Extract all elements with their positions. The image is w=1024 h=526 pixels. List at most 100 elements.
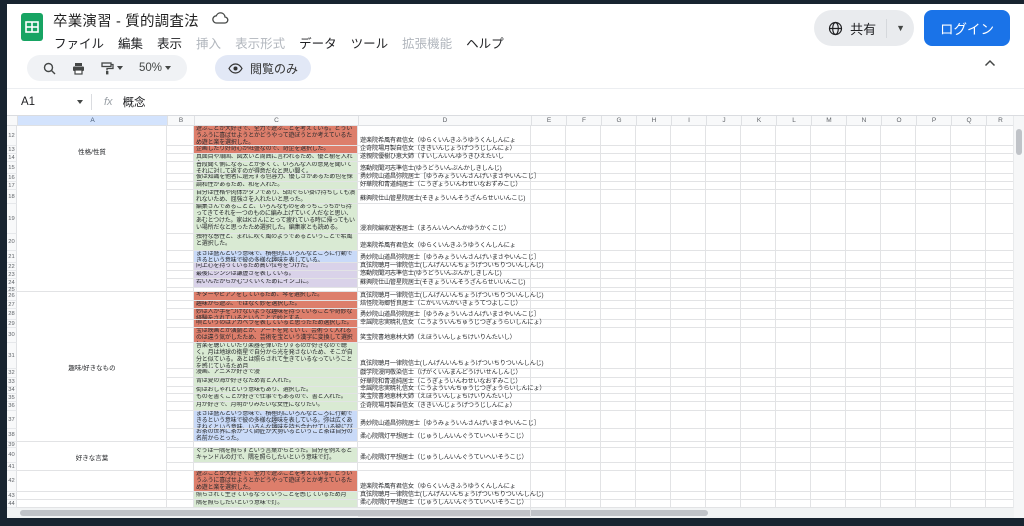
row-header-38[interactable]: 38 bbox=[7, 429, 17, 442]
empty-cells[interactable] bbox=[531, 234, 1014, 251]
grid-cell-C28[interactable]: 妙は人が手をつけないような趣味を持っていることや奇妙な経験をされているということ… bbox=[194, 309, 358, 320]
empty-cells[interactable] bbox=[531, 162, 1014, 174]
collapse-toolbar-icon[interactable] bbox=[984, 59, 996, 67]
grid-cell-B32[interactable] bbox=[167, 369, 194, 378]
grid-cell-B18[interactable] bbox=[167, 190, 194, 204]
grid-cell-D38[interactable]: 柔心院隅灯平想居士（じゅうしんいんぐうていへいそうこじ） bbox=[358, 429, 531, 442]
row-header-36[interactable]: 36 bbox=[7, 402, 17, 411]
col-header-O[interactable]: O bbox=[882, 116, 917, 125]
grid-cell-B14[interactable] bbox=[167, 154, 194, 162]
grid-cell-A20[interactable] bbox=[17, 234, 167, 251]
grid-cell-C44[interactable]: 隅を照らしたいという意味で灯。 bbox=[194, 500, 358, 508]
grid-cell-A12[interactable] bbox=[17, 126, 167, 146]
empty-cells[interactable] bbox=[531, 328, 1014, 343]
grid-cell-C13[interactable]: 企画したり好奇心が旺盛なので、奇企を選択した。 bbox=[194, 146, 358, 154]
grid-cell-B15[interactable] bbox=[167, 162, 194, 174]
grid-cell-A35[interactable] bbox=[17, 394, 167, 402]
grid-cell-D40[interactable]: 柔心院隅灯平想居士（じゅうしんいんぐうていへいそうこじ） bbox=[358, 448, 531, 463]
col-header-N[interactable]: N bbox=[847, 116, 882, 125]
empty-cells[interactable] bbox=[531, 394, 1014, 402]
sheets-logo-icon[interactable] bbox=[20, 11, 44, 43]
grid-cell-C12[interactable]: 遊ぶことが大好きで、全力で遊ぶことを考えている。どういうふうに喜ばせようとかどう… bbox=[194, 126, 358, 146]
grid-cell-C22[interactable]: 向上心を持っているため高い位号をつけた。 bbox=[194, 263, 358, 271]
vertical-scrollbar-thumb[interactable] bbox=[1016, 129, 1022, 155]
empty-cells[interactable] bbox=[531, 271, 1014, 279]
empty-cells[interactable] bbox=[531, 463, 1014, 471]
col-header-C[interactable]: C bbox=[195, 116, 359, 125]
row-header-21[interactable]: 21 bbox=[7, 251, 17, 263]
grid-cell-C21[interactable]: まさは盛んという意味で、積極的にいろんなところに行動できるという意味で彼の多様な… bbox=[194, 251, 358, 263]
grid-cell-B41[interactable] bbox=[167, 463, 194, 471]
grid-cell-C41[interactable] bbox=[194, 463, 358, 471]
grid-cell-B21[interactable] bbox=[167, 251, 194, 263]
grid-cell-B22[interactable] bbox=[167, 263, 194, 271]
grid-cell-B31[interactable] bbox=[167, 343, 194, 369]
row-header-32[interactable]: 32 bbox=[7, 369, 17, 378]
grid-cell-C23[interactable]: 最後にシンジは謙虚さを表している。 bbox=[194, 271, 358, 279]
row-header-34[interactable]: 34 bbox=[7, 387, 17, 394]
grid-cell-B27[interactable] bbox=[167, 301, 194, 309]
col-header-B[interactable]: B bbox=[168, 116, 195, 125]
empty-cells[interactable] bbox=[531, 174, 1014, 182]
empty-cells[interactable] bbox=[531, 251, 1014, 263]
row-header-17[interactable]: 17 bbox=[7, 182, 17, 190]
grid-cell-B16[interactable] bbox=[167, 174, 194, 182]
empty-cells[interactable] bbox=[531, 378, 1014, 387]
row-header-30[interactable]: 30 bbox=[7, 328, 17, 343]
grid-cell-C30[interactable]: 宝は映画とか演劇とか、アートを見ていて、芸術って入れるのは違う気がしたため、芸術… bbox=[194, 328, 358, 343]
document-title[interactable]: 卒業演習 - 質的調査法 bbox=[53, 10, 199, 31]
grid-cell-A34[interactable] bbox=[17, 387, 167, 394]
grid-cell-B35[interactable] bbox=[167, 394, 194, 402]
row-header-18[interactable]: 18 bbox=[7, 190, 17, 204]
row-header-23[interactable]: 23 bbox=[7, 271, 17, 279]
menu-表示[interactable]: 表示 bbox=[150, 30, 189, 55]
empty-cells[interactable] bbox=[531, 387, 1014, 394]
grid-cell-D17[interactable]: 好華院和青道純居士（こうぎょういんわせいなおずみこじ） bbox=[358, 182, 531, 190]
grid-cell-C27[interactable]: 趣味から遊ぶ、ではなく妙を選択した。 bbox=[194, 301, 358, 309]
grid-cell-C18[interactable]: 自分は性格や肉体がタフであり、5回ぐらい掛け持ちしても潰れないため、屈強さを入れ… bbox=[194, 190, 358, 204]
zoom-control[interactable]: 50% bbox=[133, 57, 177, 79]
row-header-26[interactable]: 26 bbox=[7, 292, 17, 301]
col-header-H[interactable]: H bbox=[637, 116, 672, 125]
row-header-44[interactable]: 44 bbox=[7, 500, 17, 508]
name-box[interactable]: A1 bbox=[7, 96, 91, 108]
grid-cell-A18[interactable] bbox=[17, 190, 167, 204]
grid-cell-C31[interactable]: 音楽を聴いていたり楽器を弾いたりするのが好きなので聴く。月は地球の衛星で自分から… bbox=[194, 343, 358, 369]
menu-データ[interactable]: データ bbox=[292, 30, 344, 55]
grid-cell-B43[interactable] bbox=[167, 492, 194, 500]
col-header-P[interactable]: P bbox=[917, 116, 952, 125]
row-header-15[interactable]: 15 bbox=[7, 162, 17, 174]
grid-cell-D24[interactable]: 蘇興院仕山管星院居士(そきょういんそうざんらせいいんこじ) bbox=[358, 279, 531, 288]
row-header-13[interactable]: 13 bbox=[7, 146, 17, 154]
vertical-scrollbar[interactable] bbox=[1013, 116, 1024, 518]
empty-cells[interactable] bbox=[531, 471, 1014, 492]
grid-cell-B29[interactable] bbox=[167, 320, 194, 328]
empty-cells[interactable] bbox=[531, 301, 1014, 309]
grid-cell-B33[interactable] bbox=[167, 378, 194, 387]
grid-cell-C33[interactable]: 青は夏の海が好きなため青と入れた。 bbox=[194, 378, 358, 387]
empty-cells[interactable] bbox=[531, 320, 1014, 328]
grid-cell-A38[interactable] bbox=[17, 429, 167, 442]
empty-cells[interactable] bbox=[531, 204, 1014, 234]
empty-cells[interactable] bbox=[531, 429, 1014, 442]
grid-cell-A33[interactable] bbox=[17, 378, 167, 387]
grid-cell-D41[interactable] bbox=[358, 463, 531, 471]
grid-cell-A42[interactable] bbox=[17, 471, 167, 492]
share-button[interactable]: 共有 ▼ bbox=[814, 10, 914, 46]
row-header-35[interactable]: 35 bbox=[7, 394, 17, 402]
grid-cell-A43[interactable] bbox=[17, 492, 167, 500]
grid-cell-B20[interactable] bbox=[167, 234, 194, 251]
menu-ファイル[interactable]: ファイル bbox=[47, 30, 111, 55]
grid-cell-D18[interactable]: 蘇興院仕山管星院居士(そきょういんそうざんらせいいんこじ) bbox=[358, 190, 531, 204]
col-header-D[interactable]: D bbox=[359, 116, 532, 125]
grid-cell-D44[interactable]: 柔心院隅灯平想居士（じゅうしんいんぐうていへいそうこじ） bbox=[358, 500, 531, 508]
row-header-22[interactable]: 22 bbox=[7, 263, 17, 271]
grid-cell-C26[interactable]: ギターやピアノをしているため、琴を選択した。 bbox=[194, 292, 358, 301]
grid-cell-A29[interactable] bbox=[17, 320, 167, 328]
menu-編集[interactable]: 編集 bbox=[111, 30, 150, 55]
grid-cell-B28[interactable] bbox=[167, 309, 194, 320]
grid-cell-B37[interactable] bbox=[167, 411, 194, 429]
grid-cell-D36[interactable]: 企奇院場月製自信女（ききいんじょうげつうじしんにょ） bbox=[358, 402, 531, 411]
empty-cells[interactable] bbox=[531, 263, 1014, 271]
formula-input[interactable]: 概念 bbox=[123, 94, 146, 110]
